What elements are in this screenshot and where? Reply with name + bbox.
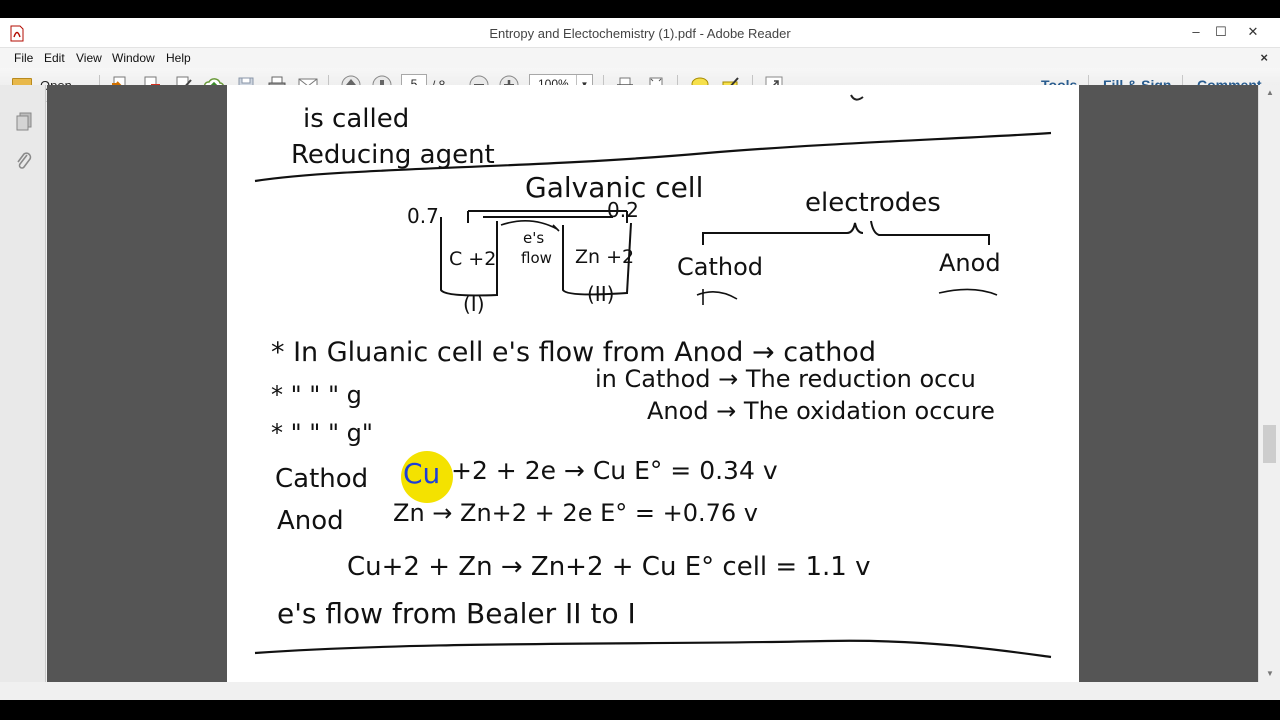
electrodes-brace [702, 220, 990, 245]
close-document-button[interactable]: × [1260, 50, 1268, 65]
electrodes-heading: electrodes [805, 188, 941, 218]
menu-help[interactable]: Help [166, 51, 191, 65]
cathod-label: Cathod [677, 253, 763, 281]
pages-icon[interactable] [14, 111, 34, 131]
equation-1-rest: +2 + 2e → Cu E° = 0.34 v [451, 456, 778, 485]
beaker-label-ii: (II) [587, 282, 614, 306]
handwritten-notes: is called Reducing agent Galvanic cell 0… [254, 94, 1052, 659]
maximize-button[interactable]: ☐ [1208, 22, 1234, 42]
beaker-label-i: (I) [463, 292, 485, 316]
flow-label-top: e's [523, 229, 544, 247]
flow-label-bottom: flow [521, 249, 552, 267]
menu-file[interactable]: File [14, 51, 33, 65]
right-beaker-label: Zn +2 [575, 246, 634, 268]
menu-view[interactable]: View [76, 51, 102, 65]
scroll-down-icon[interactable]: ▼ [1259, 666, 1280, 682]
statement-2-text: in Cathod → The reduction occu [595, 365, 976, 393]
note-line-reducing-agent: Reducing agent [291, 140, 495, 170]
document-view[interactable]: is called Reducing agent Galvanic cell 0… [47, 85, 1258, 682]
navigation-pane [0, 85, 46, 682]
bottom-divider-line [254, 639, 1052, 659]
statement-3-text: Anod → The oxidation occure [647, 397, 995, 425]
vertical-scrollbar[interactable]: ▲ ▼ [1258, 85, 1280, 682]
equation-2-rest: Zn → Zn+2 + 2e E° = +0.76 v [393, 499, 758, 527]
value-left: 0.7 [407, 204, 439, 228]
note-line-is-called: is called [303, 104, 409, 134]
menu-edit[interactable]: Edit [44, 51, 65, 65]
equation-2-label: Anod [277, 506, 344, 536]
window-title: Entropy and Electochemistry (1).pdf - Ad… [489, 26, 791, 41]
scroll-up-icon[interactable]: ▲ [1259, 85, 1280, 101]
title-bar: Entropy and Electochemistry (1).pdf - Ad… [0, 18, 1280, 48]
attachments-icon[interactable] [14, 151, 34, 171]
scrollbar-thumb[interactable] [1263, 425, 1276, 463]
equation-1-label: Cathod [275, 464, 368, 494]
minimize-button[interactable]: – [1183, 22, 1209, 42]
menu-window[interactable]: Window [112, 51, 155, 65]
equation-3: Cu+2 + Zn → Zn+2 + Cu E° cell = 1.1 v [347, 552, 870, 582]
menu-bar: File Edit View Window Help × [0, 48, 1280, 68]
pdf-page: is called Reducing agent Galvanic cell 0… [227, 85, 1079, 682]
screen-bottom-border [0, 700, 1280, 720]
equation-1-cu: Cu [403, 457, 440, 490]
anod-scribble [938, 288, 998, 296]
statement-1: * In Gluanic cell e's flow from Anod → c… [271, 337, 876, 368]
final-statement: e's flow from Bealer II to I [277, 597, 636, 630]
statement-2-marks: * " " " g [271, 381, 362, 409]
close-window-button[interactable]: ✕ [1240, 22, 1266, 42]
screen-top-border [0, 0, 1280, 18]
statement-3-marks: * " " " g" [271, 419, 373, 447]
anod-label: Anod [939, 249, 1001, 277]
left-beaker-label: C +2 [449, 248, 496, 270]
cathod-scribble [696, 289, 738, 305]
